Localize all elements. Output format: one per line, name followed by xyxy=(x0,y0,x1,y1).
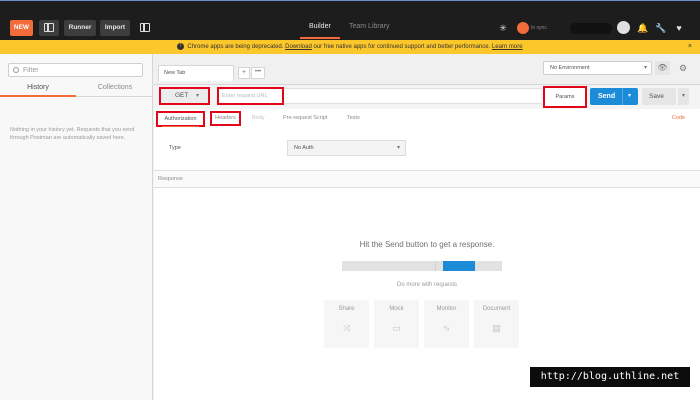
tab-headers[interactable]: Headers xyxy=(210,111,241,126)
send-divider xyxy=(622,88,623,105)
sync-status-label: In sync xyxy=(531,25,547,31)
shortcut-divider xyxy=(435,261,436,271)
response-header: Response xyxy=(154,170,700,188)
new-window-icon xyxy=(140,23,150,32)
mock-icon: ▭ xyxy=(392,323,401,333)
active-tab-underline xyxy=(300,37,340,39)
request-tab-bar: New Tab + ••• No Environment ▾ 👁 ⚙ xyxy=(154,54,700,85)
heart-icon[interactable]: ♥ xyxy=(672,21,686,35)
more-tabs-button[interactable]: ••• xyxy=(251,67,265,79)
monitor-icon: ∿ xyxy=(442,323,451,333)
sidebar: History Collections Nothing in your hist… xyxy=(0,54,153,400)
method-select[interactable]: GET ▾ xyxy=(159,87,210,105)
toggle-sidebar-button[interactable] xyxy=(39,20,59,36)
card-label: Share xyxy=(338,306,355,312)
bell-icon[interactable]: 🔔 xyxy=(636,21,650,35)
request-subtabs: Authorization Headers Body Pre-request S… xyxy=(154,110,700,128)
chevron-down-icon[interactable]: ▾ xyxy=(628,88,631,105)
new-window-button[interactable] xyxy=(135,20,155,36)
search-input[interactable] xyxy=(23,65,138,76)
tab-authorization-label: Authorization xyxy=(164,116,197,122)
tab-collections[interactable]: Collections xyxy=(77,84,153,91)
sidebar-search xyxy=(8,63,143,77)
watermark: http://blog.uthline.net xyxy=(530,367,690,387)
response-label: Response xyxy=(158,176,183,182)
tab-pre-request-script[interactable]: Pre-request Script xyxy=(283,115,327,121)
environment-select[interactable]: No Environment ▾ xyxy=(543,61,652,75)
more-requests-label: Do more with requests xyxy=(396,282,458,288)
deprecation-banner: ! Chrome apps are being deprecated. Downl… xyxy=(0,40,700,54)
banner-text-middle: our free native apps for continued suppo… xyxy=(313,44,491,50)
top-bar: NEW Runner Import Builder Team Library ✳… xyxy=(0,0,700,40)
auth-type-select[interactable]: No Auth ▾ xyxy=(287,140,406,156)
active-tab-underline xyxy=(0,95,76,97)
chevron-down-icon: ▾ xyxy=(196,93,200,99)
card-label: Document xyxy=(482,306,511,312)
url-input[interactable] xyxy=(217,87,284,105)
send-hint: Hit the Send button to get a response. xyxy=(359,240,495,249)
monitor-card[interactable]: Monitor ∿ xyxy=(424,300,469,348)
user-menu[interactable] xyxy=(570,23,612,34)
document-icon: ▤ xyxy=(492,323,501,333)
tab-authorization[interactable]: Authorization xyxy=(156,111,205,127)
sync-status-icon[interactable] xyxy=(517,22,529,34)
auth-type-value: No Auth xyxy=(294,145,314,151)
card-label: Mock xyxy=(389,306,404,312)
interceptor-icon[interactable]: ✳ xyxy=(496,21,510,35)
request-builder: New Tab + ••• No Environment ▾ 👁 ⚙ GET ▾… xyxy=(154,54,700,400)
tab-tests[interactable]: Tests xyxy=(347,115,360,121)
new-button[interactable]: NEW xyxy=(10,20,33,36)
shortcut-illustration xyxy=(342,261,502,271)
search-icon xyxy=(13,67,19,73)
save-button[interactable]: Save xyxy=(642,88,676,105)
params-button[interactable]: Params xyxy=(543,86,587,108)
share-icon: ⤨ xyxy=(342,323,351,333)
tab-history[interactable]: History xyxy=(0,84,76,91)
chevron-down-icon: ▾ xyxy=(396,145,400,151)
avatar[interactable] xyxy=(617,21,630,34)
add-tab-button[interactable]: + xyxy=(238,67,250,79)
method-value: GET xyxy=(175,92,189,99)
request-bar: GET ▾ Params Send ▾ Save ▾ xyxy=(154,85,700,109)
tab-builder[interactable]: Builder xyxy=(309,23,331,30)
send-button[interactable]: Send ▾ xyxy=(590,88,638,105)
mock-card[interactable]: Mock ▭ xyxy=(374,300,419,348)
sidebar-icon xyxy=(44,23,54,32)
auth-type-label: Type xyxy=(169,145,181,151)
learn-more-link[interactable]: Learn more xyxy=(492,44,523,50)
tab-body[interactable]: Body xyxy=(252,115,265,121)
send-label: Send xyxy=(598,93,616,100)
banner-text-before: Chrome apps are being deprecated. xyxy=(187,44,284,50)
code-link[interactable]: Code xyxy=(672,115,685,121)
close-icon[interactable]: × xyxy=(688,40,692,54)
shortcut-send-key xyxy=(443,261,475,271)
download-link[interactable]: Download xyxy=(285,44,312,50)
warning-icon: ! xyxy=(177,42,185,50)
history-empty-message: Nothing in your history yet. Requests th… xyxy=(10,127,135,141)
import-button[interactable]: Import xyxy=(100,20,130,36)
runner-button[interactable]: Runner xyxy=(64,20,96,36)
document-card[interactable]: Document ▤ xyxy=(474,300,519,348)
wrench-icon[interactable]: 🔧 xyxy=(654,21,668,35)
request-tab[interactable]: New Tab xyxy=(158,65,234,81)
eye-icon[interactable]: 👁 xyxy=(655,61,670,75)
sidebar-tabs: History Collections xyxy=(0,81,153,97)
share-card[interactable]: Share ⤨ xyxy=(324,300,369,348)
url-input-extension[interactable] xyxy=(284,88,541,104)
chevron-down-icon: ▾ xyxy=(643,65,647,71)
environment-value: No Environment xyxy=(550,65,590,71)
chevron-down-icon[interactable]: ▾ xyxy=(678,88,689,105)
active-tab-underline xyxy=(162,126,199,127)
tab-team-library[interactable]: Team Library xyxy=(349,23,389,30)
card-label: Monitor xyxy=(436,306,457,312)
gear-icon[interactable]: ⚙ xyxy=(676,61,690,75)
